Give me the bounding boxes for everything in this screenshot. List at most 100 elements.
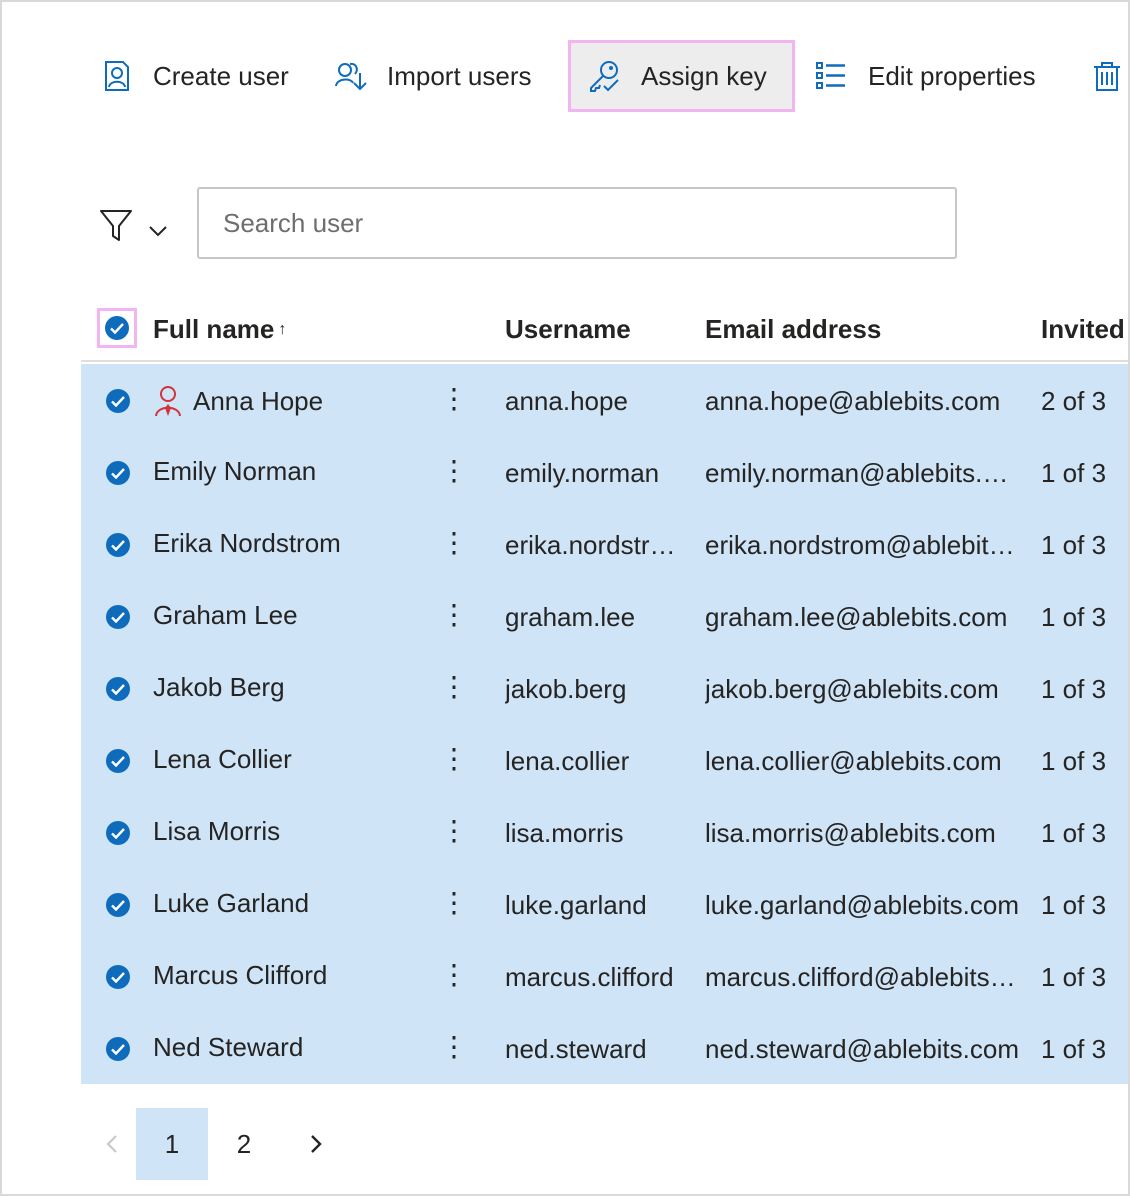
more-options-icon[interactable]: ⋮ xyxy=(439,526,469,559)
full-name-cell: Lena Collier xyxy=(153,744,413,775)
row-checkbox[interactable] xyxy=(105,748,131,774)
create-user-label: Create user xyxy=(153,60,289,91)
full-name-cell: Jakob Berg xyxy=(153,672,413,703)
full-name-text: Lisa Morris xyxy=(153,816,281,846)
import-users-button[interactable]: Import users xyxy=(333,40,532,112)
check-circle-icon xyxy=(105,316,129,340)
username-cell: anna.hope xyxy=(505,386,628,416)
table-row[interactable]: Graham Lee ⋮ graham.lee graham.lee@ablebits… xyxy=(81,580,1128,652)
table-row[interactable]: Anna Hope ⋮ anna.hope anna.hope@ablebits.co… xyxy=(81,364,1128,436)
more-options-icon[interactable]: ⋮ xyxy=(439,742,469,775)
row-checkbox[interactable] xyxy=(105,460,131,486)
more-options-icon[interactable]: ⋮ xyxy=(439,958,469,991)
full-name-cell: Luke Garland xyxy=(153,888,413,919)
invited-cell: 1 of 3 xyxy=(1041,890,1107,920)
row-checkbox[interactable] xyxy=(105,892,131,918)
full-name-cell: Marcus Clifford xyxy=(153,960,413,991)
list-icon xyxy=(816,62,845,89)
more-options-icon[interactable]: ⋮ xyxy=(439,886,469,919)
row-checkbox[interactable] xyxy=(105,820,131,846)
table-header: Full name ↑ Username Email address Invite… xyxy=(81,300,1128,362)
create-user-button[interactable]: Create user xyxy=(99,40,289,112)
chevron-down-icon xyxy=(149,226,167,237)
chevron-right-icon xyxy=(311,1135,322,1153)
import-users-label: Import users xyxy=(387,60,532,91)
email-cell: jakob.berg@ablebits.com xyxy=(705,674,999,704)
more-options-icon[interactable]: ⋮ xyxy=(439,382,469,415)
table-row[interactable]: Jakob Berg ⋮ jakob.berg jakob.berg@ablebits… xyxy=(81,652,1128,724)
full-name-cell: Emily Norman xyxy=(153,456,413,487)
next-page-button[interactable] xyxy=(280,1108,352,1180)
more-options-icon[interactable]: ⋮ xyxy=(439,670,469,703)
row-checkbox[interactable] xyxy=(105,604,131,630)
key-check-icon xyxy=(590,61,619,92)
column-header-full-name[interactable]: Full name ↑ xyxy=(153,314,286,345)
table-row[interactable]: Luke Garland ⋮ luke.garland luke.garland@ab… xyxy=(81,868,1128,940)
email-cell: luke.garland@ablebits.com xyxy=(705,890,1019,920)
table-row[interactable]: Emily Norman ⋮ emily.norman emily.norman@ab… xyxy=(81,436,1128,508)
full-name-text: Luke Garland xyxy=(153,888,310,918)
edit-properties-button[interactable]: Edit properties xyxy=(814,40,1036,112)
full-name-text: Emily Norman xyxy=(153,456,317,486)
username-cell: lisa.morris xyxy=(505,818,624,848)
table-row[interactable]: Lisa Morris ⋮ lisa.morris lisa.morris@ableb… xyxy=(81,796,1128,868)
email-cell: anna.hope@ablebits.com xyxy=(705,386,1001,416)
user-table-body: Anna Hope ⋮ anna.hope anna.hope@ablebits.co… xyxy=(81,364,1128,1084)
username-cell: graham.lee xyxy=(505,602,636,632)
table-row[interactable]: Erika Nordstrom ⋮ erika.nordstrom erika.nor… xyxy=(81,508,1128,580)
invited-cell: 1 of 3 xyxy=(1041,746,1107,776)
more-options-icon[interactable]: ⋮ xyxy=(439,598,469,631)
table-row[interactable]: Marcus Clifford ⋮ marcus.clifford marcus.cl… xyxy=(81,940,1128,1012)
delete-button[interactable] xyxy=(1090,40,1128,112)
invited-cell: 1 of 3 xyxy=(1041,674,1107,704)
invited-cell: 1 of 3 xyxy=(1041,458,1107,488)
username-cell: ned.steward xyxy=(505,1034,647,1064)
username-cell: jakob.berg xyxy=(505,674,627,704)
invited-cell: 1 of 3 xyxy=(1041,962,1107,992)
previous-page-button[interactable] xyxy=(98,1108,136,1180)
email-cell: graham.lee@ablebits.com xyxy=(705,602,1008,632)
app-window: Create user Import users Assign key Edit… xyxy=(0,0,1130,1196)
full-name-text: Anna Hope xyxy=(193,385,324,416)
assign-key-button[interactable]: Assign key xyxy=(568,40,795,112)
email-cell: marcus.clifford@ablebits.com xyxy=(705,962,1019,992)
invited-cell: 1 of 3 xyxy=(1041,602,1107,632)
page-2-button[interactable]: 2 xyxy=(208,1108,280,1180)
more-options-icon[interactable]: ⋮ xyxy=(439,1030,469,1063)
search-input[interactable] xyxy=(197,187,957,259)
table-row[interactable]: Lena Collier ⋮ lena.collier lena.collier@ab… xyxy=(81,724,1128,796)
filter-dropdown[interactable] xyxy=(98,202,178,248)
full-name-cell: Erika Nordstrom xyxy=(153,528,413,559)
column-header-invited[interactable]: Invited xyxy=(1041,314,1125,345)
person-add-icon xyxy=(105,61,129,91)
sort-ascending-icon: ↑ xyxy=(278,321,287,338)
username-cell: erika.nordstrom xyxy=(505,530,681,560)
email-cell: erika.nordstrom@ablebits.com xyxy=(705,530,1019,560)
row-checkbox[interactable] xyxy=(105,1036,131,1062)
email-cell: emily.norman@ablebits.com xyxy=(705,458,1019,488)
full-name-cell: Graham Lee xyxy=(153,600,413,631)
pagination: 1 2 xyxy=(98,1108,352,1180)
select-all-checkbox[interactable] xyxy=(97,308,137,348)
full-name-cell: Anna Hope xyxy=(153,384,413,418)
username-cell: marcus.clifford xyxy=(505,962,674,992)
more-options-icon[interactable]: ⋮ xyxy=(439,454,469,487)
page-1-button[interactable]: 1 xyxy=(136,1108,208,1180)
username-cell: luke.garland xyxy=(505,890,647,920)
row-checkbox[interactable] xyxy=(105,532,131,558)
row-checkbox[interactable] xyxy=(105,964,131,990)
more-options-icon[interactable]: ⋮ xyxy=(439,814,469,847)
row-checkbox[interactable] xyxy=(105,676,131,702)
column-header-username[interactable]: Username xyxy=(505,314,631,345)
row-checkbox[interactable] xyxy=(105,388,131,414)
full-name-text: Marcus Clifford xyxy=(153,960,328,990)
full-name-header-label: Full name xyxy=(153,314,275,344)
email-cell: ned.steward@ablebits.com xyxy=(705,1034,1019,1064)
assign-key-label: Assign key xyxy=(641,60,767,91)
toolbar: Create user Import users Assign key Edit… xyxy=(2,2,1128,152)
column-header-email[interactable]: Email address xyxy=(705,314,881,345)
full-name-text: Ned Steward xyxy=(153,1032,304,1062)
invited-cell: 1 of 3 xyxy=(1041,1034,1107,1064)
table-row[interactable]: Ned Steward ⋮ ned.steward ned.steward@ableb… xyxy=(81,1012,1128,1084)
email-cell: lisa.morris@ablebits.com xyxy=(705,818,996,848)
